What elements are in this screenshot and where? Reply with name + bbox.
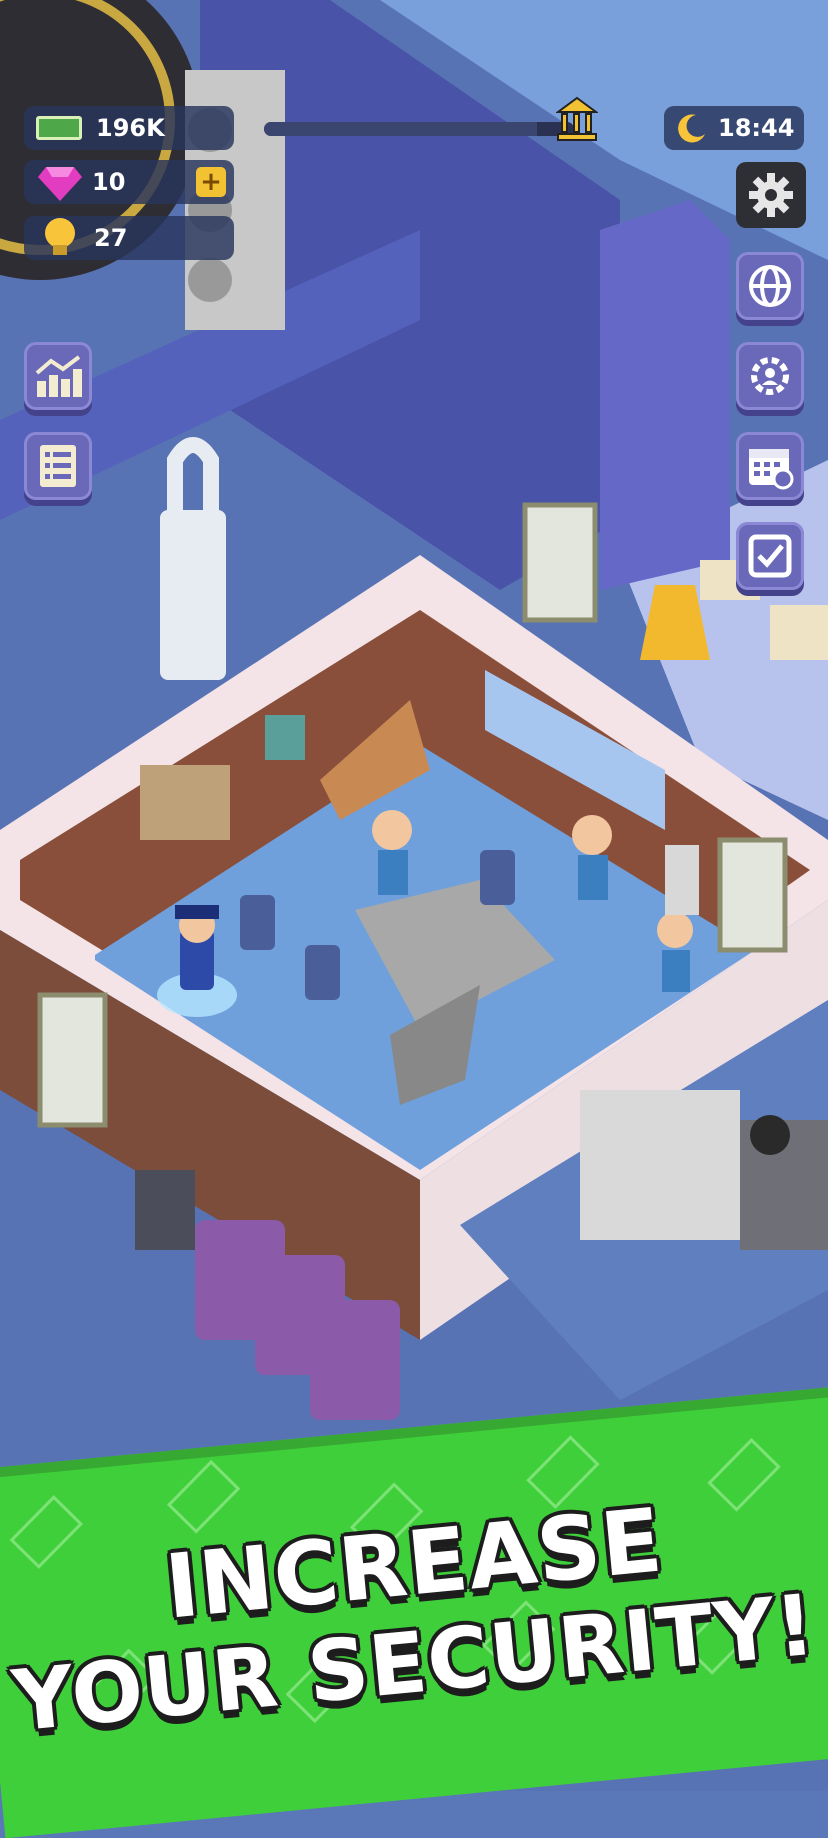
worker	[372, 810, 412, 850]
stats-chart-icon	[35, 355, 82, 397]
door-left	[37, 992, 108, 1128]
restroom-sinks	[580, 1090, 740, 1240]
padlock-prop	[160, 510, 226, 680]
calendar-button[interactable]	[736, 432, 804, 500]
water-cooler	[665, 845, 699, 915]
dumpster	[135, 1170, 195, 1250]
trash-can	[750, 1115, 790, 1155]
moon-icon	[678, 114, 705, 143]
gem-value: 10	[92, 168, 126, 196]
add-gems-button[interactable]: +	[196, 167, 226, 197]
clock-value: 18:44	[718, 114, 795, 142]
globe-icon	[749, 265, 791, 307]
statistics-button[interactable]	[24, 342, 92, 410]
calendar-icon	[749, 449, 794, 490]
cork-board	[140, 765, 230, 840]
world-map-button[interactable]	[736, 252, 804, 320]
settings-gear-icon	[749, 173, 793, 217]
task-list-icon	[40, 445, 76, 487]
gem-counter: 10 +	[24, 160, 234, 204]
cash-icon	[36, 116, 82, 140]
door-back	[522, 502, 598, 623]
worker	[572, 815, 612, 855]
checklist-icon	[748, 534, 792, 578]
idea-value: 27	[94, 224, 128, 252]
idea-counter: 27	[24, 216, 234, 260]
cash-counter: 196K	[24, 106, 234, 150]
tasks-button[interactable]	[736, 522, 804, 590]
office-chair	[480, 850, 515, 905]
cash-value: 196K	[96, 114, 165, 142]
office-chair	[305, 945, 340, 1000]
bank-progress-bar	[264, 122, 574, 136]
time-display: 18:44	[664, 106, 804, 150]
bank-icon	[556, 96, 598, 141]
managers-button[interactable]	[736, 342, 804, 410]
door-right	[717, 837, 788, 953]
garbage-bin	[310, 1300, 400, 1420]
lightbulb-icon	[45, 218, 75, 255]
pillar	[600, 200, 730, 590]
bank-progress-fill	[264, 122, 537, 136]
office-chair	[240, 895, 275, 950]
wall-clock	[265, 715, 305, 760]
gem-icon	[38, 167, 82, 201]
worker	[657, 912, 693, 948]
settings-button[interactable]	[736, 162, 806, 228]
task-list-button[interactable]	[24, 432, 92, 500]
manager-settings-icon	[751, 357, 789, 395]
